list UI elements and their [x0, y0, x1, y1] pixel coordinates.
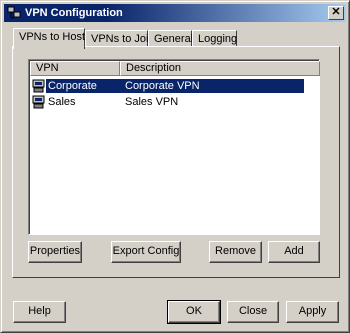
properties-button[interactable]: Properties: [28, 241, 82, 263]
remove-button[interactable]: Remove: [209, 241, 262, 263]
title-bar[interactable]: VPN Configuration ✕: [4, 4, 346, 22]
vpn-configuration-window: VPN Configuration ✕ VPNs to Host VPNs to…: [0, 0, 350, 333]
apply-button[interactable]: Apply: [286, 301, 339, 323]
window-title: VPN Configuration: [25, 7, 123, 19]
ok-button[interactable]: OK: [167, 300, 221, 324]
close-button[interactable]: Close: [227, 301, 279, 323]
network-computer-icon: [32, 79, 45, 93]
tab-panel-vpns-to-host: VPN Description Corporate Corporate VPN: [12, 46, 340, 278]
column-header-vpn[interactable]: VPN: [30, 61, 120, 76]
vpn-name: Sales: [48, 96, 76, 108]
vpn-list-body: VPN Description Corporate Corporate VPN: [29, 60, 320, 234]
vpn-name: Corporate: [48, 80, 97, 92]
export-config-button[interactable]: Export Config: [111, 241, 181, 263]
tab-vpns-to-host[interactable]: VPNs to Host: [13, 28, 85, 49]
list-item[interactable]: Sales Sales VPN: [30, 95, 304, 109]
vpn-description: Corporate VPN: [125, 80, 200, 92]
add-button[interactable]: Add: [268, 241, 320, 263]
vpn-description: Sales VPN: [125, 96, 179, 108]
network-computer-icon: [32, 95, 45, 109]
vpn-list[interactable]: VPN Description Corporate Corporate VPN: [28, 59, 320, 235]
column-header-description[interactable]: Description: [120, 61, 320, 76]
help-button[interactable]: Help: [13, 301, 66, 323]
close-window-button[interactable]: ✕: [328, 6, 344, 20]
list-item[interactable]: Corporate Corporate VPN: [30, 79, 304, 93]
network-app-icon: [7, 6, 21, 19]
